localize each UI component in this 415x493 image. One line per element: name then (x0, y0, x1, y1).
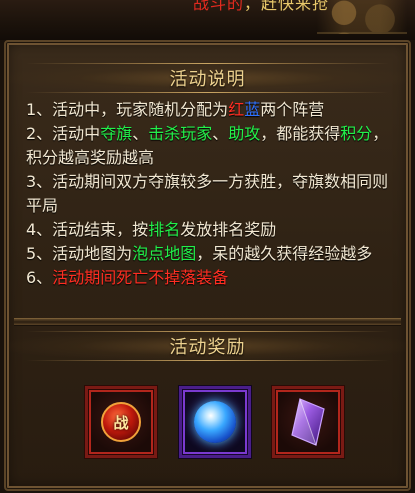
rule-segment: 、 (132, 124, 149, 143)
rule-segment: 积分 (340, 124, 373, 143)
rule-segment: 红 (228, 100, 245, 119)
rule-segment: 2、活动中 (26, 124, 101, 143)
rule-segment: 、 (212, 124, 229, 143)
reward-slot-2[interactable] (179, 386, 251, 458)
rule-segment: 两个阵营 (260, 100, 325, 119)
description-header: 活动说明 (6, 63, 409, 93)
blue-orb-icon (194, 401, 236, 443)
rule-segment: 5、活动地图为 (26, 244, 133, 263)
rule-segment: 排名 (148, 220, 181, 239)
rule-segment: 4、活动结束，按 (26, 220, 149, 239)
rule-item: 6、活动期间死亡不掉落装备 (26, 266, 404, 290)
event-panel: 活动说明 1、活动中，玩家随机分配为红蓝两个阵营 2、活动中夺旗、击杀玩家、助攻，… (4, 40, 411, 491)
top-banner-highlight: 战斗的 (193, 0, 245, 13)
rule-item: 1、活动中，玩家随机分配为红蓝两个阵营 (26, 98, 404, 122)
rule-segment: 夺旗 (100, 124, 133, 143)
rules-list: 1、活动中，玩家随机分配为红蓝两个阵营 2、活动中夺旗、击杀玩家、助攻，都能获得积… (26, 98, 404, 290)
war-badge-icon: 战 (101, 402, 141, 442)
rule-item: 4、活动结束，按排名发放排名奖励 (26, 218, 404, 242)
rule-segment: 击杀玩家 (148, 124, 213, 143)
rule-segment: 1、活动中，玩家随机分配为 (26, 100, 229, 119)
reward-header: 活动奖励 (6, 331, 409, 361)
rule-segment: 泡点地图 (132, 244, 197, 263)
reward-title: 活动奖励 (169, 337, 246, 358)
rule-item: 5、活动地图为泡点地图，呆的越久获得经验越多 (26, 242, 404, 266)
purple-crystal-icon (291, 398, 325, 446)
rule-segment: 蓝 (244, 100, 261, 119)
reward-slot-3[interactable] (272, 386, 344, 458)
corner-ornament (317, 0, 407, 34)
rule-segment: ，都能获得 (260, 124, 341, 143)
rule-item: 3、活动期间双方夺旗较多一方获胜，夺旗数相同则平局 (26, 170, 404, 218)
rule-segment: 3、活动期间双方夺旗较多一方获胜，夺旗数相同则平局 (26, 172, 389, 215)
top-banner: 战斗的，赶快来抢 (0, 0, 415, 40)
description-title: 活动说明 (169, 69, 246, 90)
section-divider (14, 318, 401, 326)
rule-item: 2、活动中夺旗、击杀玩家、助攻，都能获得积分，积分越高奖励越高 (26, 122, 404, 170)
rule-segment: 助攻 (228, 124, 261, 143)
war-badge-glyph: 战 (113, 413, 129, 432)
rule-segment: 发放排名奖励 (180, 220, 277, 239)
top-banner-text: 战斗的，赶快来抢 (193, 0, 329, 14)
reward-items: 战 (6, 386, 409, 466)
reward-slot-1[interactable]: 战 (85, 386, 157, 458)
rule-segment: 活动期间死亡不掉落装备 (52, 268, 229, 287)
rule-segment: ，呆的越久获得经验越多 (196, 244, 373, 263)
rule-segment: 6、 (26, 268, 53, 287)
